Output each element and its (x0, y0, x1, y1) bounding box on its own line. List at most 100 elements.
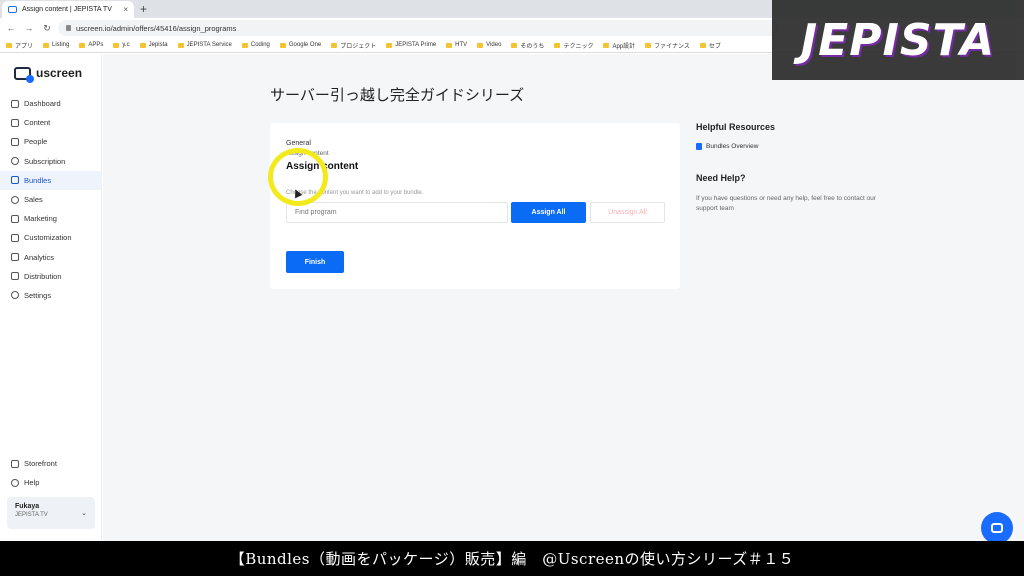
edit-icon (11, 233, 19, 242)
sidebar-item-label: Bundles (24, 175, 52, 185)
sidebar-item-sales[interactable]: Sales (0, 190, 102, 209)
distribution-icon (11, 272, 19, 281)
unassign-all-button[interactable]: Unassign All (590, 202, 665, 223)
browser-tab[interactable]: Assign content | JEPISTA TV × (2, 1, 134, 18)
bookmark-item[interactable]: セブ (699, 41, 721, 50)
bookmark-label: Jepista (148, 42, 168, 48)
folder-icon (6, 42, 12, 48)
account-name: Fukaya (15, 503, 40, 510)
uscreen-logo-icon (14, 66, 34, 83)
chat-bubble-icon (991, 523, 1003, 533)
storefront-icon (11, 459, 19, 468)
bookmark-item[interactable]: y.c (113, 42, 130, 48)
folder-icon (477, 42, 484, 48)
bookmark-item[interactable]: Video (477, 42, 501, 48)
bookmark-item[interactable]: JEPISTA Service (177, 42, 232, 48)
bookmark-item[interactable]: Coding (241, 42, 270, 48)
folder-icon (177, 42, 184, 48)
sidebar-item-analytics[interactable]: Analytics (0, 248, 102, 267)
sidebar-item-people[interactable]: People (0, 132, 102, 151)
bookmark-item[interactable]: JEPISTA Prime (386, 42, 436, 48)
bookmark-item[interactable]: Google One (279, 42, 321, 48)
sidebar-item-content[interactable]: Content (0, 113, 102, 132)
folder-icon (113, 42, 120, 48)
folder-icon (43, 42, 50, 48)
sidebar-item-customization[interactable]: Customization (0, 228, 102, 247)
helpful-resources-title: Helpful Resources (696, 122, 776, 132)
folder-icon (699, 42, 706, 48)
bookmark-item[interactable]: Jepista (139, 42, 168, 48)
folder-icon (139, 42, 146, 48)
bookmark-item[interactable]: テクニック (554, 41, 593, 50)
dollar-icon (11, 195, 19, 204)
assign-all-button[interactable]: Assign All (511, 202, 586, 223)
sidebar-item-distribution[interactable]: Distribution (0, 267, 102, 286)
sidebar-nav: Dashboard Content People Subscription Bundle… (0, 94, 102, 305)
bookmark-label: Listing (52, 42, 70, 48)
account-org: JEPISTA TV (15, 512, 48, 518)
folder-icon (446, 42, 453, 48)
people-icon (11, 137, 19, 146)
sidebar-bottom-nav: Storefront Help (0, 454, 102, 492)
tab-title: Assign content | JEPISTA TV (22, 6, 112, 13)
lock-icon (66, 25, 71, 31)
bookmark-label: そのうち (520, 43, 545, 50)
chart-icon (11, 253, 19, 262)
sidebar-item-settings[interactable]: Settings (0, 286, 102, 305)
bookmark-item[interactable]: アプリ (6, 41, 33, 50)
address-bar[interactable]: uscreen.io/admin/offers/45416/assign_pro… (58, 20, 778, 36)
gear-icon (11, 291, 19, 300)
sidebar-item-bundles[interactable]: Bundles (0, 170, 102, 190)
sidebar-item-marketing[interactable]: Marketing (0, 209, 102, 228)
bookmark-label: HTV (455, 42, 468, 48)
chat-launcher-button[interactable] (981, 512, 1013, 544)
reload-icon[interactable]: ↻ (42, 23, 52, 34)
bookmark-label: y.c (122, 42, 130, 48)
folder-icon (279, 42, 286, 48)
bookmark-label: セブ (708, 43, 721, 50)
new-tab-button[interactable]: + (140, 2, 147, 16)
bookmark-label: プロジェクト (340, 43, 377, 50)
refresh-icon (11, 157, 19, 166)
bookmark-item[interactable]: プロジェクト (331, 41, 376, 50)
bookmark-item[interactable]: ファイナンス (645, 41, 690, 50)
folder-icon (79, 42, 86, 48)
tab-close-icon[interactable]: × (123, 5, 128, 14)
sidebar-item-dashboard[interactable]: Dashboard (0, 94, 102, 113)
uscreen-logo[interactable]: uscreen (14, 66, 83, 83)
sidebar-item-subscription[interactable]: Subscription (0, 152, 102, 171)
bookmark-item[interactable]: HTV (446, 42, 467, 48)
bookmark-label: JEPISTA Prime (395, 42, 437, 48)
sidebar-item-label: Distribution (24, 271, 62, 281)
jepista-logo-text: JEPISTA (800, 14, 996, 66)
bookmark-item[interactable]: APPs (79, 42, 103, 48)
sidebar-item-storefront[interactable]: Storefront (0, 454, 102, 473)
finish-button[interactable]: Finish (286, 251, 344, 273)
bookmark-label: Video (486, 42, 502, 48)
back-icon[interactable]: ← (6, 23, 16, 33)
video-caption: 【Bundles（動画をパッケージ）販売】編 @Uscreenの使い方シリーズ＃… (0, 541, 1024, 576)
sidebar-item-help[interactable]: Help (0, 473, 102, 492)
sidebar-item-label: Settings (24, 290, 52, 300)
box-icon (11, 176, 19, 185)
highlight-circle (268, 148, 328, 206)
find-program-input[interactable] (286, 202, 508, 223)
bookmark-item[interactable]: そのうち (511, 41, 544, 50)
sidebar-item-label: People (24, 137, 48, 147)
brand-name: uscreen (36, 66, 83, 80)
folder-icon (241, 42, 248, 48)
bookmark-item[interactable]: App設計 (603, 41, 635, 50)
breadcrumb-general[interactable]: General (286, 140, 311, 147)
folder-icon (331, 42, 338, 48)
bookmark-item[interactable]: Listing (43, 42, 69, 48)
need-help-title: Need Help? (696, 173, 746, 183)
bundles-overview-link[interactable]: Bundles Overview (696, 143, 758, 150)
sidebar-item-label: Analytics (24, 252, 55, 262)
sidebar-item-label: Sales (24, 195, 43, 205)
jepista-logo-overlay: JEPISTA (772, 0, 1024, 80)
account-switcher[interactable]: Fukaya JEPISTA TV ⌄ (7, 497, 95, 529)
bundles-overview-label: Bundles Overview (706, 143, 759, 150)
grid-icon (11, 99, 19, 108)
forward-icon[interactable]: → (24, 23, 34, 33)
document-icon (696, 143, 702, 150)
